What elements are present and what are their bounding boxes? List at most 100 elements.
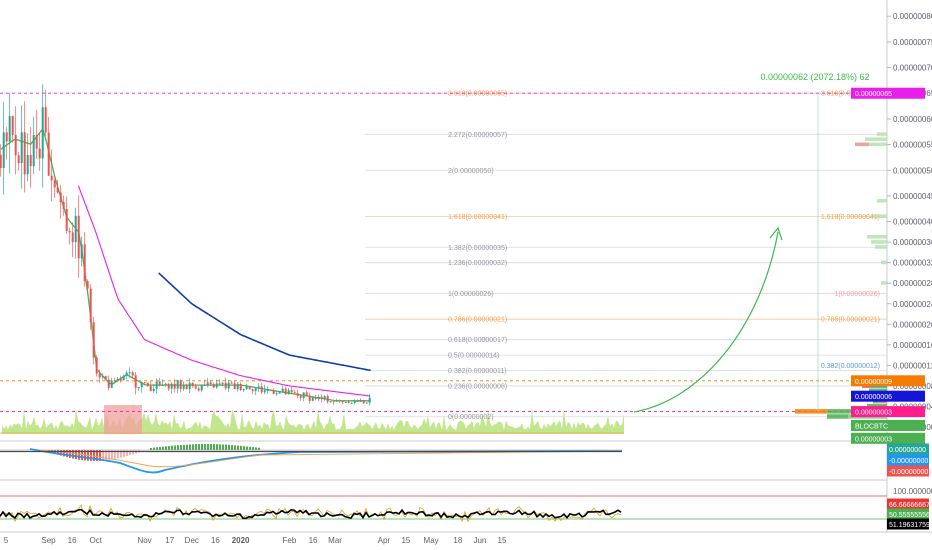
candle-body xyxy=(8,116,11,142)
candle-body xyxy=(257,386,260,389)
macd-hist-bar xyxy=(249,446,251,450)
candle-body xyxy=(11,116,14,135)
price-badge-text: 0.00000003 xyxy=(855,410,892,417)
candle-body xyxy=(119,378,122,381)
candle-body xyxy=(353,400,356,403)
x-tick-label: 17 xyxy=(165,536,174,545)
candle-body xyxy=(152,388,155,392)
macd-hist-bar xyxy=(258,447,260,450)
macd-hist-bar xyxy=(177,445,179,450)
fib-right-label: 0.786(0.00000021) xyxy=(821,317,880,324)
rsi-badge-text: 66.66666667 xyxy=(889,502,930,509)
candle-body xyxy=(65,208,68,231)
candle-body xyxy=(242,388,245,391)
x-tick-label: 5 xyxy=(4,536,9,545)
candle-body xyxy=(191,382,194,387)
candle-body xyxy=(299,395,302,398)
candle-body xyxy=(131,372,134,376)
y-tick-label: 0.00000075 xyxy=(893,38,932,47)
macd-hist-bar xyxy=(210,444,212,450)
volume-profile-bar-left xyxy=(827,414,848,419)
candle-body xyxy=(326,395,329,402)
candle-body xyxy=(332,401,335,403)
candle-body xyxy=(245,386,248,389)
candle-body xyxy=(341,400,344,403)
y-tick-label: 0.00000020 xyxy=(893,320,932,329)
macd-badge-text: -0.00000000 xyxy=(889,469,928,476)
candle-body xyxy=(104,376,107,380)
x-tick-label: Mar xyxy=(328,536,342,545)
x-tick-label: 15 xyxy=(498,536,507,545)
candle-body xyxy=(269,389,272,391)
macd-badge-text: 0.00000000 xyxy=(889,447,926,454)
volume-profile-bar-upper xyxy=(877,199,887,203)
candle-body xyxy=(83,244,86,282)
macd-hist-bar xyxy=(132,450,134,455)
candle-body xyxy=(71,232,74,243)
macd-hist-bar xyxy=(162,446,164,450)
x-tick-label: 18 xyxy=(453,536,462,545)
candle-body xyxy=(197,388,200,391)
candle-body xyxy=(158,381,161,386)
macd-hist-bar xyxy=(216,444,218,450)
fib-level-label: 1.382(0.00000035) xyxy=(448,245,507,252)
candle-body xyxy=(281,388,284,393)
rsi-badge-text: 50.55555556 xyxy=(889,512,930,519)
candle-body xyxy=(38,148,41,159)
candle-body xyxy=(80,244,83,259)
volume-profile-bar-upper xyxy=(873,214,887,218)
candle-body xyxy=(98,373,101,378)
candle-body xyxy=(23,132,26,175)
macd-hist-bar xyxy=(171,445,173,450)
candle-body xyxy=(170,383,173,389)
candle-body xyxy=(89,288,92,323)
macd-hist-bar xyxy=(189,444,191,450)
macd-hist-bar xyxy=(234,445,236,450)
price-chart[interactable]: 3.618(0.00000065) 2.272(0.00000057) 2(0.00… xyxy=(0,0,932,550)
candle-body xyxy=(287,390,290,395)
candle-body xyxy=(29,155,32,167)
chart-background xyxy=(0,0,932,550)
candle-body xyxy=(335,400,338,402)
candle-body xyxy=(215,383,218,388)
volume-profile-bar-upper xyxy=(881,260,887,265)
fib-right-label: 0.382(0.00000012) xyxy=(821,363,880,370)
candle-body xyxy=(164,383,167,385)
macd-hist-bar xyxy=(252,447,254,450)
candle-body xyxy=(305,392,308,396)
candle-body xyxy=(368,397,371,403)
fib-right-label: 1.618(0.00000041) xyxy=(821,214,880,221)
y-tick-label: 0.00000050 xyxy=(893,166,932,175)
price-badge-text: 0.00000003 xyxy=(855,436,892,443)
volume-profile-bar-upper xyxy=(877,132,887,136)
candle-body xyxy=(32,134,35,167)
y-tick-label: 0.00000032 xyxy=(893,259,932,268)
volume-profile-bar-upper xyxy=(867,235,887,239)
candle-body xyxy=(227,382,230,389)
candle-body xyxy=(260,386,263,393)
fib-right-label: 1(0.00000026) xyxy=(834,291,880,298)
candle-body xyxy=(350,402,353,404)
candle-body xyxy=(290,390,293,393)
rsi-badge-text: 51.19631759 xyxy=(889,522,930,529)
candle-body xyxy=(359,400,362,402)
candle-body xyxy=(209,382,212,385)
macd-hist-bar xyxy=(150,448,152,450)
candle-body xyxy=(95,357,98,374)
candle-body xyxy=(176,380,179,389)
macd-hist-bar xyxy=(180,444,182,450)
y-tick-label: 0.00000024 xyxy=(893,300,932,309)
volume-profile-bar-upper xyxy=(871,240,887,244)
x-tick-label: Nov xyxy=(137,536,151,545)
candle-body xyxy=(14,134,17,156)
candle-body xyxy=(254,388,257,391)
candle-body xyxy=(272,390,275,394)
x-tick-label: 16 xyxy=(309,536,318,545)
x-tick-label: 16 xyxy=(68,536,77,545)
x-tick-label: 2020 xyxy=(232,536,250,545)
candle-body xyxy=(203,385,206,387)
volume-profile-bar-upper xyxy=(881,281,887,285)
candle-body xyxy=(59,192,62,203)
candle-body xyxy=(86,281,89,289)
fib-level-label: 0.382(0.00000011) xyxy=(448,368,507,375)
